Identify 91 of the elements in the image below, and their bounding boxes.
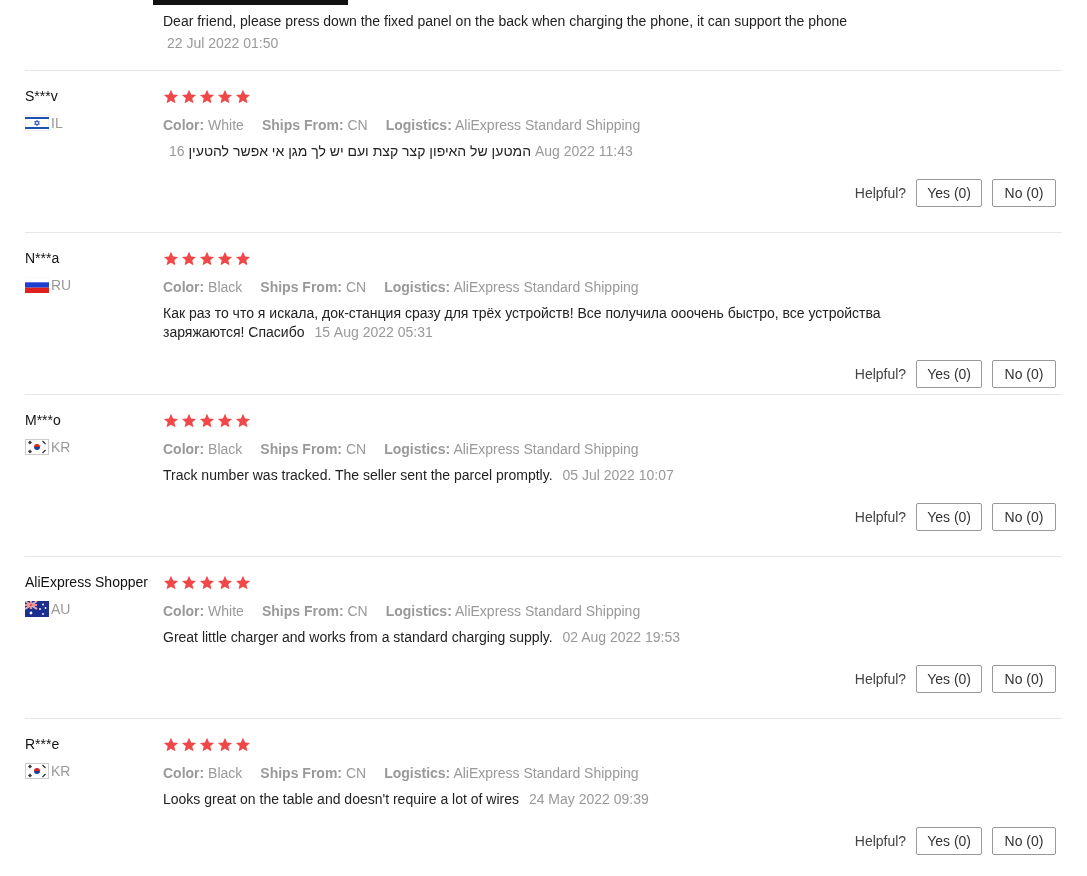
attribute-value: AliExpress Standard Shipping (453, 279, 639, 295)
star-icon (181, 737, 197, 752)
star-icon (163, 737, 179, 752)
star-icon (163, 413, 179, 428)
helpful-label: Helpful? (854, 185, 907, 201)
attribute-value: CN (345, 765, 367, 781)
yes-button[interactable]: Yes (0) (916, 179, 982, 207)
star-icon (217, 413, 233, 428)
star-icon (181, 575, 197, 590)
attribute-label: Logistics: (385, 603, 452, 619)
attribute-value: Black (208, 279, 243, 295)
helpful-label: Helpful? (854, 833, 907, 849)
reviewer-name: M***o (25, 411, 61, 430)
attribute-label: Color: (163, 603, 205, 619)
star-icon (181, 413, 197, 428)
reply-text: Dear friend, please press down the fixed panel on the back when charging the phone, it can support the phone (163, 12, 849, 31)
attribute-value: AliExpress Standard Shipping (453, 441, 639, 457)
review-text: Looks great on the table and doesn't require a lot of wires 24 May 2022 09:39 (163, 790, 649, 809)
attribute-value: AliExpress Standard Shipping (454, 603, 641, 619)
star-icon (217, 575, 233, 590)
attribute-value: AliExpress Standard Shipping (454, 117, 641, 133)
reviewer-name: R***e (25, 735, 60, 754)
no-button[interactable]: No (0) (992, 503, 1056, 531)
country-code: KR (51, 439, 71, 455)
attribute-label: Ships From: (260, 441, 342, 457)
attribute-value: White (208, 603, 244, 619)
yes-button[interactable]: Yes (0) (916, 503, 982, 531)
reviewer-name: AliExpress Shopper (25, 573, 148, 592)
yes-button[interactable]: Yes (0) (916, 360, 982, 388)
attribute-label: Logistics: (385, 117, 452, 133)
no-button[interactable]: No (0) (992, 827, 1056, 855)
star-icon (217, 737, 233, 752)
attribute-value: Black (208, 765, 243, 781)
star-icon (235, 251, 251, 266)
attribute-label: Logistics: (384, 441, 451, 457)
attribute-label: Color: (163, 441, 205, 457)
reviewer-name: N***a (25, 249, 60, 268)
flag-icon (25, 277, 49, 293)
star-icon (235, 413, 251, 428)
star-icon (163, 575, 179, 590)
star-icon (235, 575, 251, 590)
country-code: KR (51, 763, 71, 779)
star-icon (217, 89, 233, 104)
review-text: Great little charger and works from a standard charging supply. 02 Aug 2022 19:53 (163, 628, 681, 647)
star-icon (181, 251, 197, 266)
attribute-label: Ships From: (260, 279, 342, 295)
attribute-value: AliExpress Standard Shipping (453, 765, 639, 781)
no-button[interactable]: No (0) (992, 665, 1056, 693)
attribute-label: Ships From: (261, 117, 344, 133)
helpful-label: Helpful? (854, 509, 907, 525)
star-icon (217, 251, 233, 266)
star-icon (163, 251, 179, 266)
star-icon (181, 89, 197, 104)
country-code: AU (51, 601, 71, 617)
attribute-value: CN (347, 603, 368, 619)
review-text: Как раз то что я искала, док-станция сразу для трёх устройств! Все получила ооочень быстро, все устройства заряжаются! Спасибо 15 Aug 2022 05:31 (163, 304, 882, 342)
attribute-value: CN (345, 441, 367, 457)
country-code: RU (51, 277, 72, 293)
helpful-label: Helpful? (854, 366, 907, 382)
attribute-label: Logistics: (384, 279, 451, 295)
star-icon (199, 737, 215, 752)
attribute-value: Black (208, 441, 243, 457)
attribute-value: CN (345, 279, 367, 295)
yes-button[interactable]: Yes (0) (916, 827, 982, 855)
reviewer-name: S***v (25, 87, 58, 106)
attribute-label: Ships From: (260, 765, 342, 781)
attribute-label: Color: (163, 765, 205, 781)
star-icon (163, 89, 179, 104)
attribute-value: CN (347, 117, 368, 133)
review-text: Track number was tracked. The seller sent the parcel promptly. 05 Jul 2022 10:07 (163, 466, 674, 485)
helpful-label: Helpful? (854, 671, 907, 687)
no-button[interactable]: No (0) (992, 179, 1056, 207)
star-icon (199, 413, 215, 428)
flag-icon (25, 439, 49, 455)
attribute-value: White (208, 117, 244, 133)
reply-date: 22 Jul 2022 01:50 (167, 34, 279, 52)
attribute-label: Logistics: (384, 765, 451, 781)
flag-icon (25, 601, 49, 617)
flag-icon (25, 763, 49, 779)
star-icon (199, 575, 215, 590)
flag-icon (25, 115, 49, 131)
star-icon (235, 737, 251, 752)
country-code: IL (51, 115, 63, 131)
star-icon (199, 89, 215, 104)
attribute-label: Ships From: (261, 603, 344, 619)
star-icon (199, 251, 215, 266)
attribute-label: Color: (163, 279, 205, 295)
yes-button[interactable]: Yes (0) (916, 665, 982, 693)
no-button[interactable]: No (0) (992, 360, 1056, 388)
star-icon (235, 89, 251, 104)
attribute-label: Color: (163, 117, 205, 133)
